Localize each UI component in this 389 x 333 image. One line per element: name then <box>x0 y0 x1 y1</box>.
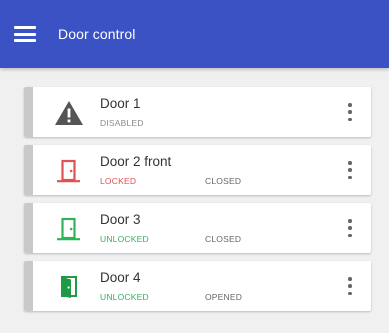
door-name: Door 2 front <box>100 154 172 169</box>
door-card-1[interactable]: Door 1 DISABLED <box>24 87 371 137</box>
card-status-stripe <box>24 87 33 137</box>
door-open-icon <box>54 274 84 300</box>
door-position-status: OPENED <box>205 292 243 302</box>
door-lock-status: DISABLED <box>100 118 144 128</box>
door-name: Door 1 <box>100 96 141 111</box>
more-options-icon[interactable] <box>347 219 353 237</box>
door-lock-status: LOCKED <box>100 176 137 186</box>
card-status-stripe <box>24 145 33 195</box>
door-position-status: CLOSED <box>205 176 242 186</box>
door-card-3[interactable]: Door 3 UNLOCKED CLOSED <box>24 203 371 253</box>
card-status-stripe <box>24 203 33 253</box>
door-card-4[interactable]: Door 4 UNLOCKED OPENED <box>24 261 371 311</box>
more-options-icon[interactable] <box>347 277 353 295</box>
card-status-stripe <box>24 261 33 311</box>
door-position-status: CLOSED <box>205 234 242 244</box>
hamburger-menu-icon[interactable] <box>14 26 36 42</box>
app-bar: Door control <box>0 0 389 68</box>
door-list: Door 1 DISABLED Door 2 front LOCKED CLOS… <box>24 87 371 319</box>
more-options-icon[interactable] <box>347 103 353 121</box>
app-title: Door control <box>58 26 136 42</box>
door-name: Door 3 <box>100 212 141 227</box>
door-closed-icon <box>54 158 84 184</box>
door-lock-status: UNLOCKED <box>100 234 149 244</box>
door-closed-icon <box>54 216 84 242</box>
more-options-icon[interactable] <box>347 161 353 179</box>
door-lock-status: UNLOCKED <box>100 292 149 302</box>
warning-triangle-icon <box>54 100 84 126</box>
door-card-2[interactable]: Door 2 front LOCKED CLOSED <box>24 145 371 195</box>
door-name: Door 4 <box>100 270 141 285</box>
